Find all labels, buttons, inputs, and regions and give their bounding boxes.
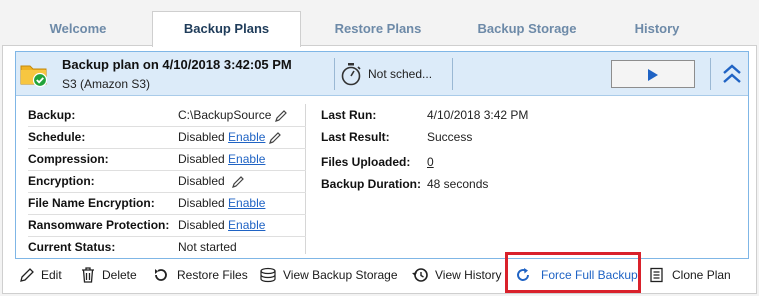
last-run-value: 4/10/2018 3:42 PM bbox=[427, 108, 529, 122]
header-divider bbox=[710, 58, 711, 90]
enable-schedule-link[interactable]: Enable bbox=[228, 130, 265, 144]
detail-label: Compression: bbox=[28, 152, 109, 166]
plan-details: Backup: C:\BackupSource Schedule: Disabl… bbox=[16, 96, 748, 258]
stopwatch-icon[interactable] bbox=[340, 62, 362, 86]
detail-value: Disabled bbox=[178, 170, 245, 192]
current-status-value: Not started bbox=[178, 240, 237, 254]
detail-value: C:\BackupSource bbox=[178, 104, 288, 126]
detail-row-files-uploaded: Files Uploaded: 0 bbox=[321, 151, 621, 173]
header-divider bbox=[334, 58, 335, 90]
detail-row-compression: Compression: Disabled Enable bbox=[28, 148, 306, 170]
ransomware-value: Disabled bbox=[178, 218, 225, 232]
tab-history[interactable]: History bbox=[622, 12, 692, 46]
force-full-backup-highlight bbox=[505, 252, 641, 293]
folder-success-icon bbox=[20, 65, 48, 87]
enable-file-name-encryption-link[interactable]: Enable bbox=[228, 196, 265, 210]
schedule-value: Disabled bbox=[178, 130, 225, 144]
plan-settings-grid: Backup: C:\BackupSource Schedule: Disabl… bbox=[28, 104, 306, 254]
storage-icon bbox=[260, 267, 276, 283]
detail-row-current-status: Current Status: Not started bbox=[28, 236, 306, 258]
pencil-icon[interactable] bbox=[274, 109, 288, 123]
detail-value: Disabled Enable bbox=[178, 192, 265, 214]
pencil-icon[interactable] bbox=[268, 131, 282, 145]
delete-label: Delete bbox=[102, 268, 137, 282]
detail-row-schedule: Schedule: Disabled Enable bbox=[28, 126, 306, 148]
detail-row-ransomware: Ransomware Protection: Disabled Enable bbox=[28, 214, 306, 236]
detail-row-file-name-encryption: File Name Encryption: Disabled Enable bbox=[28, 192, 306, 214]
restore-icon bbox=[155, 269, 167, 281]
edit-label: Edit bbox=[41, 268, 62, 282]
backup-plan-card: Backup plan on 4/10/2018 3:42:05 PM S3 (… bbox=[15, 51, 749, 259]
detail-label: Files Uploaded: bbox=[321, 155, 411, 169]
view-history-button[interactable]: View History bbox=[411, 258, 505, 292]
delete-button[interactable]: Delete bbox=[80, 258, 144, 292]
double-chevron-up-icon[interactable] bbox=[722, 63, 742, 85]
view-history-label: View History bbox=[435, 268, 502, 282]
enable-ransomware-link[interactable]: Enable bbox=[228, 218, 265, 232]
detail-row-last-result: Last Result: Success bbox=[321, 126, 621, 148]
clone-plan-button[interactable]: Clone Plan bbox=[649, 258, 735, 292]
detail-row-backup: Backup: C:\BackupSource bbox=[28, 104, 306, 126]
last-result-value: Success bbox=[427, 130, 473, 144]
pencil-icon bbox=[20, 268, 34, 282]
plan-header: Backup plan on 4/10/2018 3:42:05 PM S3 (… bbox=[16, 52, 748, 96]
plan-title: Backup plan on 4/10/2018 3:42:05 PM bbox=[62, 57, 292, 72]
detail-label: Last Run: bbox=[321, 108, 377, 122]
detail-row-encryption: Encryption: Disabled bbox=[28, 170, 306, 192]
edit-button[interactable]: Edit bbox=[19, 258, 71, 292]
schedule-status: Not sched... bbox=[368, 67, 433, 81]
tab-welcome[interactable]: Welcome bbox=[20, 12, 136, 46]
run-backup-button[interactable] bbox=[611, 60, 695, 88]
plan-toolbar: Edit Delete Restore Files View Backup St… bbox=[3, 258, 758, 292]
restore-files-label: Restore Files bbox=[177, 268, 248, 282]
play-icon bbox=[648, 69, 658, 81]
tab-bar: Welcome Backup Plans Restore Plans Backu… bbox=[0, 0, 759, 47]
detail-row-last-run: Last Run: 4/10/2018 3:42 PM bbox=[321, 104, 621, 126]
detail-value: Disabled Enable bbox=[178, 126, 282, 148]
detail-label: Last Result: bbox=[321, 130, 390, 144]
detail-label: Current Status: bbox=[28, 240, 116, 254]
history-icon bbox=[412, 268, 428, 282]
backup-source-path: C:\BackupSource bbox=[178, 108, 272, 122]
file-name-encryption-value: Disabled bbox=[178, 196, 225, 210]
tab-backup-plans[interactable]: Backup Plans bbox=[152, 11, 301, 47]
detail-label: Backup Duration: bbox=[321, 177, 422, 191]
backup-duration-value: 48 seconds bbox=[427, 177, 489, 191]
detail-label: Backup: bbox=[28, 108, 76, 122]
enable-compression-link[interactable]: Enable bbox=[228, 152, 265, 166]
detail-label: Schedule: bbox=[28, 130, 86, 144]
pencil-icon[interactable] bbox=[231, 175, 245, 189]
detail-label: Encryption: bbox=[28, 174, 95, 188]
clone-icon bbox=[650, 267, 663, 283]
plan-storage: S3 (Amazon S3) bbox=[62, 77, 151, 91]
restore-files-button[interactable]: Restore Files bbox=[153, 258, 249, 292]
detail-row-backup-duration: Backup Duration: 48 seconds bbox=[321, 173, 621, 195]
files-uploaded-link[interactable]: 0 bbox=[427, 151, 434, 173]
backup-plans-panel: Backup plan on 4/10/2018 3:42:05 PM S3 (… bbox=[2, 45, 757, 294]
compression-value: Disabled bbox=[178, 152, 225, 166]
view-backup-storage-button[interactable]: View Backup Storage bbox=[259, 258, 399, 292]
tab-restore-plans[interactable]: Restore Plans bbox=[318, 12, 438, 46]
view-backup-storage-label: View Backup Storage bbox=[283, 268, 398, 282]
detail-label: File Name Encryption: bbox=[28, 196, 155, 210]
detail-label: Ransomware Protection: bbox=[28, 218, 170, 232]
encryption-value: Disabled bbox=[178, 174, 225, 188]
clone-plan-label: Clone Plan bbox=[672, 268, 731, 282]
trash-icon bbox=[82, 267, 94, 283]
detail-value: Disabled Enable bbox=[178, 214, 265, 236]
detail-value: Disabled Enable bbox=[178, 148, 265, 170]
header-divider bbox=[452, 58, 453, 90]
tab-backup-storage[interactable]: Backup Storage bbox=[460, 12, 594, 46]
